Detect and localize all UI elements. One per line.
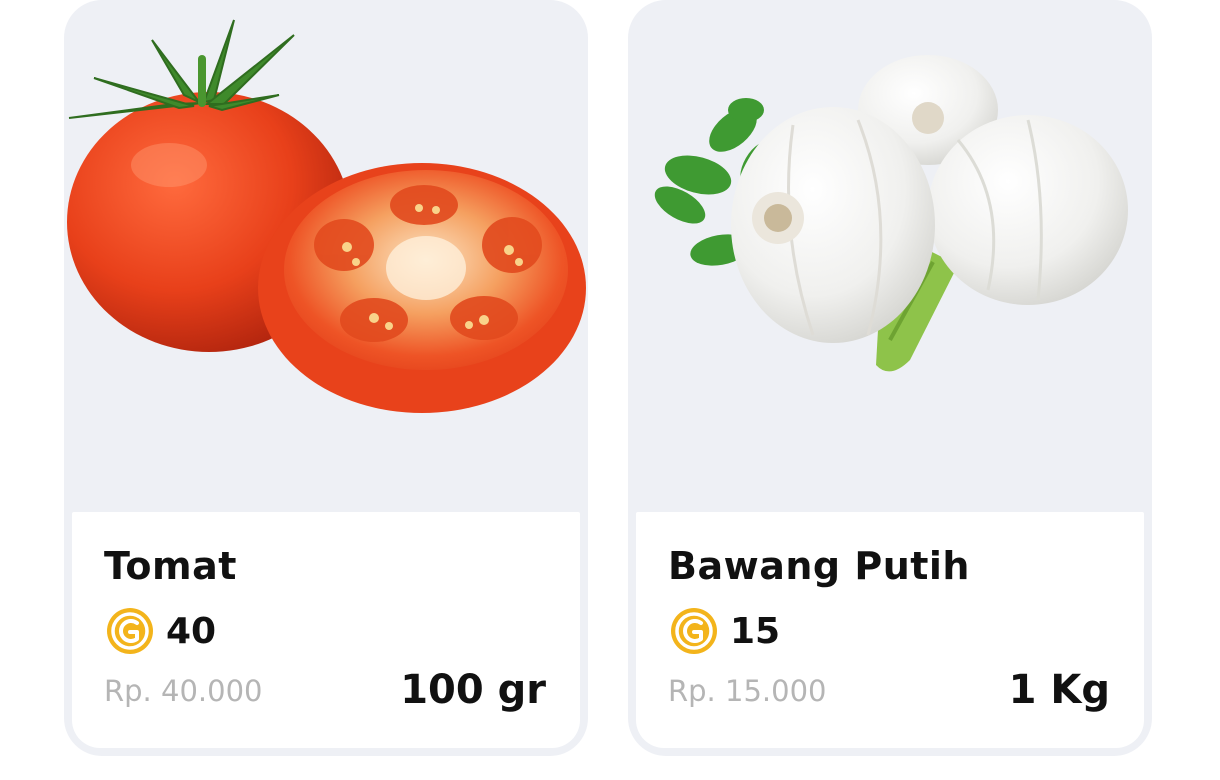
product-name: Tomat: [104, 544, 237, 588]
product-card-bawang-putih[interactable]: Bawang Putih 15 Rp. 15.000 1 Kg: [628, 0, 1152, 756]
tomato-image: [67, 19, 586, 413]
product-price: Rp. 15.000: [668, 674, 827, 708]
product-info: Tomat 40 Rp. 40.000 100 gr: [72, 512, 580, 748]
product-unit: 1 Kg: [1008, 667, 1110, 713]
product-price: Rp. 40.000: [104, 674, 263, 708]
coin-icon: [671, 608, 717, 654]
points-row: 40: [106, 607, 216, 655]
points-value: 15: [730, 610, 781, 652]
product-card-tomat[interactable]: Tomat 40 Rp. 40.000 100 gr: [64, 0, 588, 756]
garlic-image: [654, 55, 1128, 372]
product-info: Bawang Putih 15 Rp. 15.000 1 Kg: [636, 512, 1144, 748]
points-value: 40: [166, 610, 217, 652]
product-grid: Tomat 40 Rp. 40.000 100 gr Bawang Putih …: [0, 0, 1220, 780]
product-name: Bawang Putih: [668, 544, 970, 588]
coin-icon: [107, 608, 153, 654]
points-row: 15: [670, 607, 780, 655]
product-unit: 100 gr: [400, 667, 546, 713]
